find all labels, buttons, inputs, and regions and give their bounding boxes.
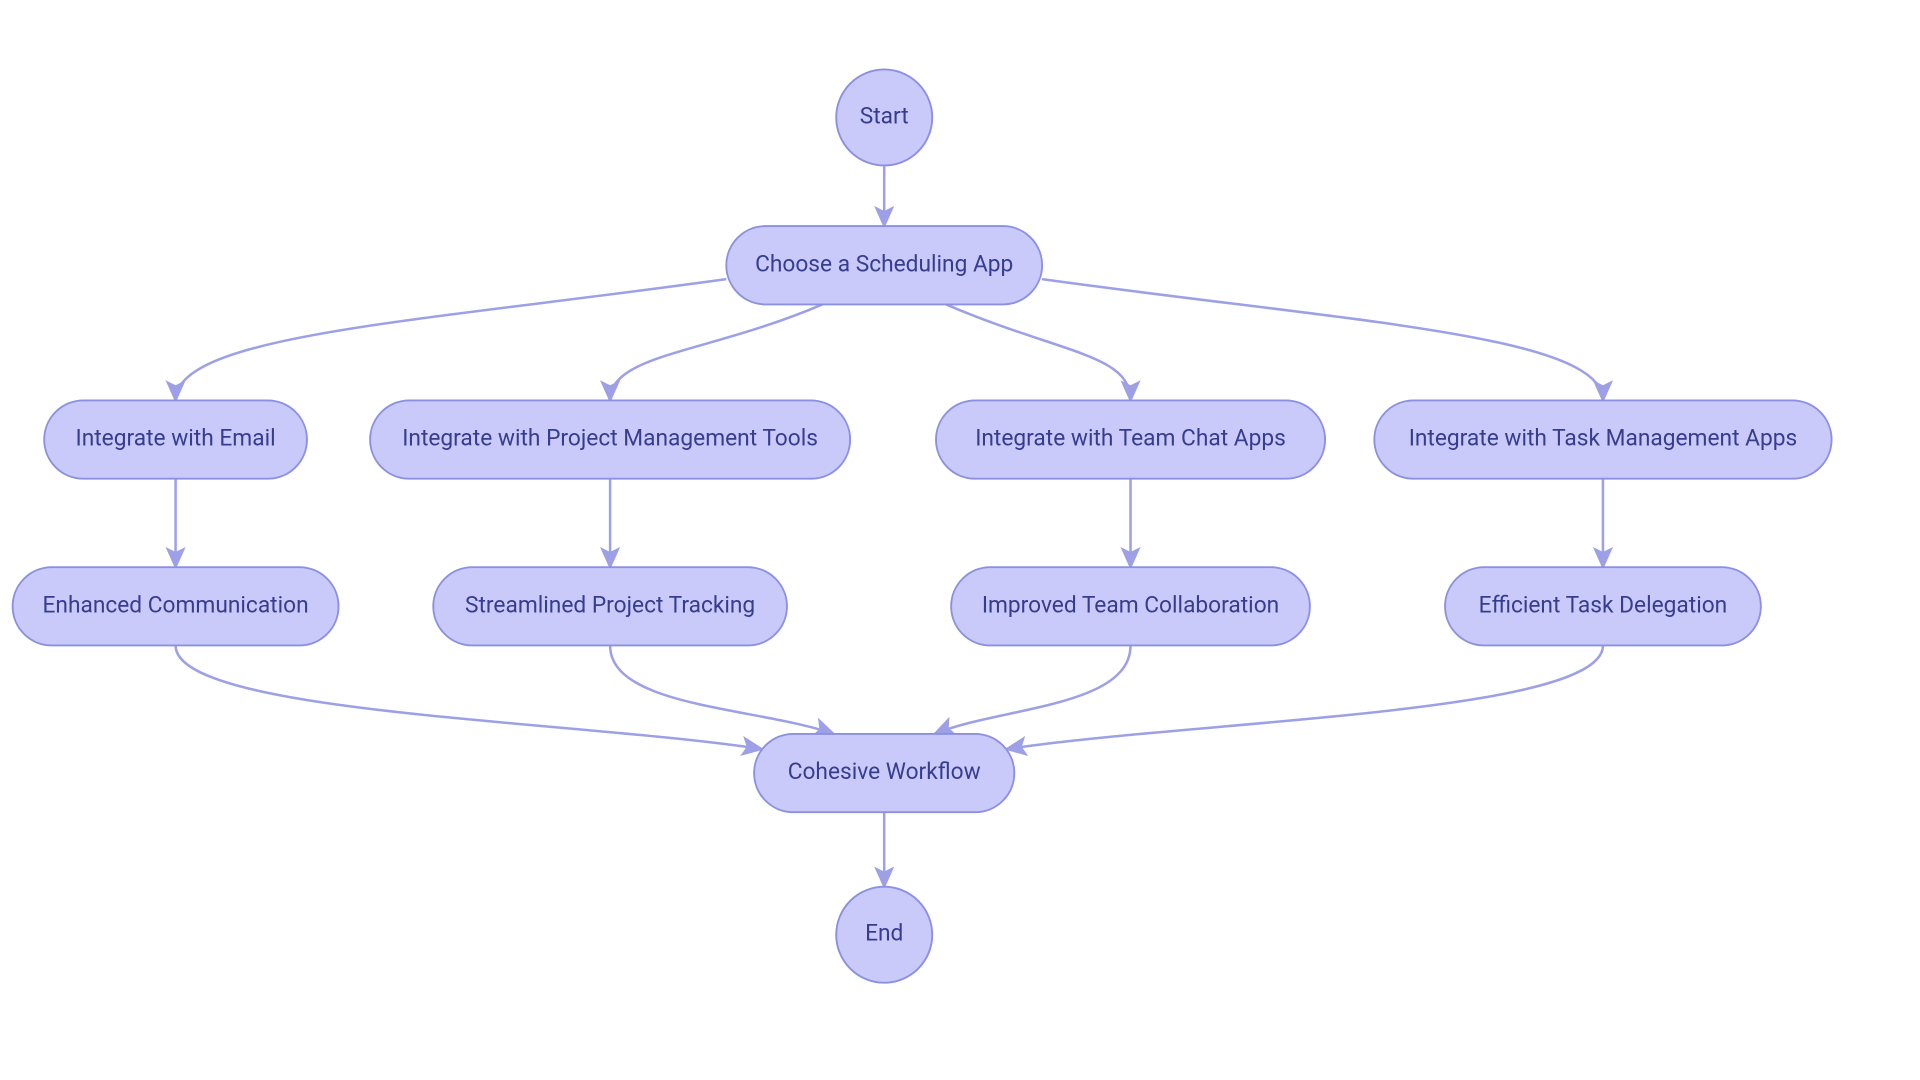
node-out-task: Efficient Task Delegation (1445, 567, 1761, 645)
node-cohesive-label: Cohesive Workflow (788, 758, 981, 785)
node-choose-label: Choose a Scheduling App (755, 250, 1013, 277)
node-int-chat: Integrate with Team Chat Apps (936, 400, 1325, 478)
node-int-pm: Integrate with Project Management Tools (370, 400, 850, 478)
node-end-label: End (865, 920, 903, 947)
node-out-email: Enhanced Communication (13, 567, 339, 645)
node-cohesive: Cohesive Workflow (754, 734, 1014, 812)
node-int-pm-label: Integrate with Project Management Tools (402, 425, 818, 452)
node-start-label: Start (860, 102, 909, 129)
node-start: Start (836, 69, 932, 165)
node-int-task: Integrate with Task Management Apps (1374, 400, 1831, 478)
flowchart-canvas: Start Choose a Scheduling App Integrate … (0, 0, 1920, 1080)
node-out-chat: Improved Team Collaboration (951, 567, 1310, 645)
node-int-email-label: Integrate with Email (76, 425, 276, 452)
node-out-pm: Streamlined Project Tracking (433, 567, 787, 645)
node-out-task-label: Efficient Task Delegation (1479, 591, 1728, 618)
node-choose: Choose a Scheduling App (726, 226, 1042, 304)
node-out-pm-label: Streamlined Project Tracking (465, 591, 755, 618)
node-int-chat-label: Integrate with Team Chat Apps (975, 425, 1286, 452)
node-end: End (836, 887, 932, 983)
node-int-task-label: Integrate with Task Management Apps (1409, 425, 1798, 452)
node-int-email: Integrate with Email (44, 400, 307, 478)
node-out-chat-label: Improved Team Collaboration (982, 591, 1279, 618)
node-out-email-label: Enhanced Communication (42, 591, 308, 618)
